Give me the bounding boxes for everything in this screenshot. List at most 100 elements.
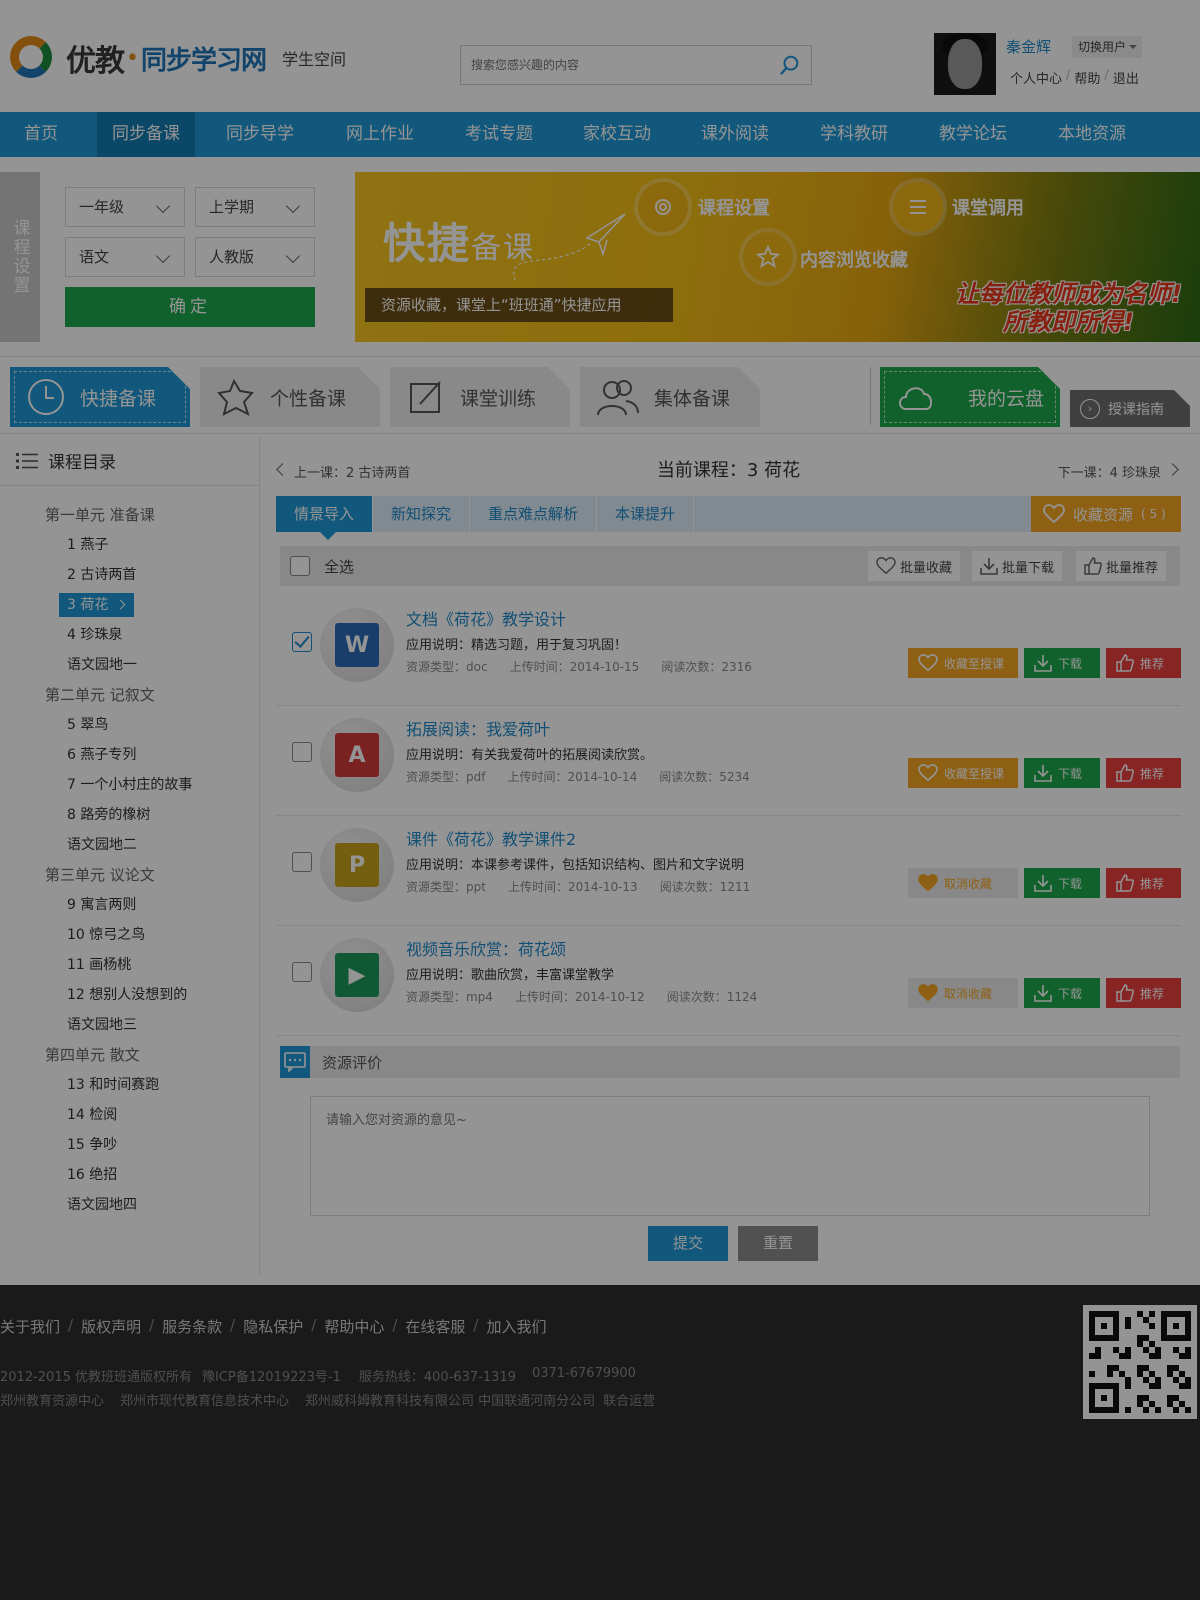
- favorite-button[interactable]: 收藏至授课: [908, 758, 1018, 788]
- batch-download-button[interactable]: 批量下载: [972, 551, 1063, 581]
- tab-lesson-improve[interactable]: 本课提升: [597, 496, 695, 532]
- footer-link[interactable]: 隐私保护: [243, 1316, 303, 1337]
- resource-checkbox[interactable]: [292, 742, 312, 762]
- select-all-label[interactable]: 全选: [324, 556, 354, 577]
- catalog-lesson[interactable]: 1 燕子: [0, 530, 259, 560]
- user-name[interactable]: 秦金辉: [1006, 36, 1051, 57]
- switch-user-dropdown[interactable]: 切换用户: [1072, 36, 1143, 58]
- evaluation-input[interactable]: [310, 1096, 1150, 1216]
- catalog-lesson[interactable]: 7 一个小村庄的故事: [0, 770, 259, 800]
- footer-link[interactable]: 加入我们: [486, 1316, 546, 1337]
- catalog-lesson[interactable]: 10 惊弓之鸟: [0, 920, 259, 950]
- nav-local[interactable]: 本地资源: [1037, 112, 1147, 157]
- footer-link[interactable]: 版权声明: [81, 1316, 141, 1337]
- search-input[interactable]: [461, 46, 761, 84]
- catalog-unit[interactable]: 第四单元 散文: [0, 1040, 259, 1070]
- catalog-unit[interactable]: 第二单元 记叙文: [0, 680, 259, 710]
- download-button[interactable]: 下载: [1024, 978, 1100, 1008]
- recommend-button[interactable]: 推荐: [1106, 868, 1181, 898]
- recommend-button[interactable]: 推荐: [1106, 648, 1181, 678]
- personal-center-link[interactable]: 个人中心: [1010, 68, 1062, 87]
- catalog-unit[interactable]: 第一单元 准备课: [0, 500, 259, 530]
- resource-title[interactable]: 拓展阅读：我爱荷叶: [406, 716, 550, 740]
- catalog-lesson[interactable]: 4 珍珠泉: [0, 620, 259, 650]
- tab-group-prep[interactable]: 集体备课: [580, 367, 760, 427]
- nav-reading[interactable]: 课外阅读: [671, 112, 799, 157]
- nav-home-school[interactable]: 家校互动: [563, 112, 671, 157]
- catalog-lesson[interactable]: 15 争吵: [0, 1130, 259, 1160]
- catalog-lesson[interactable]: 13 和时间赛跑: [0, 1070, 259, 1100]
- submit-button[interactable]: 提交: [648, 1226, 728, 1261]
- tab-key-points[interactable]: 重点难点解析: [470, 496, 598, 532]
- logo[interactable]: 优教 • 同步学习网 学生空间: [4, 34, 346, 82]
- catalog-lesson[interactable]: 12 想别人没想到的: [0, 980, 259, 1010]
- tab-quick-prep[interactable]: 快捷备课: [10, 367, 190, 427]
- next-lesson-link[interactable]: 下一课：4 珍珠泉: [1058, 462, 1181, 481]
- tab-my-cloud-label: 我的云盘: [968, 387, 1045, 410]
- resource-checkbox[interactable]: [292, 632, 312, 652]
- nav-sync-prep[interactable]: 同步备课: [97, 112, 195, 157]
- download-button[interactable]: 下载: [1024, 868, 1100, 898]
- catalog-lesson[interactable]: 9 寓言两则: [0, 890, 259, 920]
- catalog-lesson[interactable]: 11 画杨桃: [0, 950, 259, 980]
- search-icon[interactable]: [779, 54, 801, 76]
- subject-select[interactable]: 语文: [65, 237, 185, 277]
- teaching-guide-button[interactable]: › 授课指南: [1070, 390, 1190, 427]
- catalog-lesson[interactable]: 14 检阅: [0, 1100, 259, 1130]
- footer-link[interactable]: 帮助中心: [324, 1316, 384, 1337]
- tab-personal-prep[interactable]: 个性备课: [200, 367, 380, 427]
- nav-home[interactable]: 首页: [0, 112, 82, 157]
- term-select[interactable]: 上学期: [195, 187, 315, 227]
- catalog-unit[interactable]: 第三单元 议论文: [0, 860, 259, 890]
- resource-checkbox[interactable]: [292, 962, 312, 982]
- confirm-button[interactable]: 确定: [65, 287, 315, 327]
- catalog-lesson[interactable]: 语文园地四: [0, 1190, 259, 1220]
- catalog-lesson[interactable]: 2 古诗两首: [0, 560, 259, 590]
- resource-title[interactable]: 课件《荷花》教学课件2: [406, 826, 576, 850]
- catalog-lesson[interactable]: 5 翠鸟: [0, 710, 259, 740]
- grade-select[interactable]: 一年级: [65, 187, 185, 227]
- star-icon: [743, 232, 793, 282]
- catalog-lesson[interactable]: 语文园地一: [0, 650, 259, 680]
- logout-link[interactable]: 退出: [1113, 68, 1139, 87]
- catalog-lesson[interactable]: 16 绝招: [0, 1160, 259, 1190]
- nav-homework[interactable]: 网上作业: [325, 112, 435, 157]
- recommend-button[interactable]: 推荐: [1106, 978, 1181, 1008]
- tab-my-cloud[interactable]: 我的云盘: [880, 367, 1060, 427]
- nav-forum[interactable]: 教学论坛: [909, 112, 1037, 157]
- resource-title[interactable]: 视频音乐欣赏：荷花颂: [406, 936, 566, 960]
- favorite-resources-button[interactable]: 收藏资源 ( 5 ): [1031, 496, 1181, 532]
- nav-research[interactable]: 学科教研: [799, 112, 909, 157]
- catalog-lesson[interactable]: 8 路旁的橡树: [0, 800, 259, 830]
- edition-select[interactable]: 人教版: [195, 237, 315, 277]
- favorite-button[interactable]: 收藏至授课: [908, 648, 1018, 678]
- avatar[interactable]: [934, 33, 996, 95]
- batch-recommend-button[interactable]: 批量推荐: [1076, 551, 1167, 581]
- reset-button[interactable]: 重置: [738, 1226, 818, 1261]
- course-settings-tab[interactable]: 课程设置: [0, 172, 40, 342]
- resource-title[interactable]: 文档《荷花》教学设计: [406, 606, 566, 630]
- footer-link[interactable]: 服务条款: [162, 1316, 222, 1337]
- download-button[interactable]: 下载: [1024, 648, 1100, 678]
- footer-link[interactable]: 在线客服: [405, 1316, 465, 1337]
- catalog-lesson[interactable]: 语文园地三: [0, 1010, 259, 1040]
- tab-new-knowledge[interactable]: 新知探究: [373, 496, 471, 532]
- nav-sync-guide[interactable]: 同步导学: [195, 112, 325, 157]
- tab-class-training[interactable]: 课堂训练: [390, 367, 570, 427]
- recommend-button[interactable]: 推荐: [1106, 758, 1181, 788]
- prev-lesson-link[interactable]: 上一课：2 古诗两首: [276, 462, 410, 481]
- resource-checkbox[interactable]: [292, 852, 312, 872]
- catalog-lesson[interactable]: 6 燕子专列: [0, 740, 259, 770]
- unfavorite-button[interactable]: 取消收藏: [908, 868, 1018, 898]
- select-all-checkbox[interactable]: [290, 556, 310, 576]
- unfavorite-button[interactable]: 取消收藏: [908, 978, 1018, 1008]
- catalog-lesson[interactable]: 语文园地二: [0, 830, 259, 860]
- batch-favorite-button[interactable]: 批量收藏: [868, 551, 961, 581]
- download-button[interactable]: 下载: [1024, 758, 1100, 788]
- catalog-lesson[interactable]: 3 荷花: [0, 590, 259, 620]
- banner[interactable]: 快捷备课 资源收藏，课堂上“班班通”快捷应用 课程设置 内容浏览收藏 课堂调用 …: [355, 172, 1200, 342]
- nav-exam[interactable]: 考试专题: [435, 112, 563, 157]
- tab-scenario-intro[interactable]: 情景导入: [276, 496, 374, 540]
- footer-link[interactable]: 关于我们: [0, 1316, 60, 1337]
- help-link[interactable]: 帮助: [1074, 68, 1100, 87]
